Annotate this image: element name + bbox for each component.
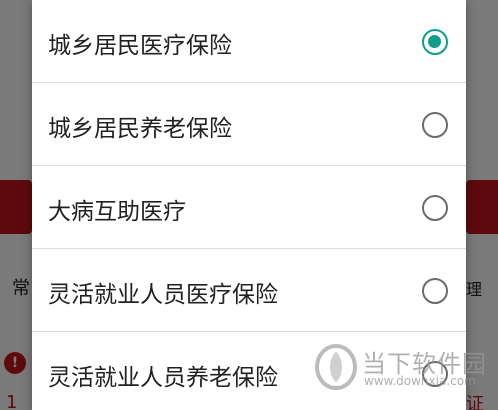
option-serious-illness-mutual-medical[interactable]: 大病互助医疗 bbox=[32, 166, 466, 249]
option-flexible-employment-pension-insurance[interactable]: 灵活就业人员养老保险 bbox=[32, 332, 466, 410]
option-flexible-employment-medical-insurance[interactable]: 灵活就业人员医疗保险 bbox=[32, 249, 466, 332]
radio-button[interactable] bbox=[422, 112, 448, 138]
radio-button[interactable] bbox=[422, 278, 448, 304]
radio-button[interactable] bbox=[422, 361, 448, 387]
insurance-type-dialog: 城乡居民医疗保险 城乡居民养老保险 大病互助医疗 灵活就业人员医疗保险 灵活就业… bbox=[32, 0, 466, 410]
option-label: 灵活就业人员医疗保险 bbox=[48, 282, 278, 308]
radio-button[interactable] bbox=[422, 195, 448, 221]
option-label: 大病互助医疗 bbox=[48, 199, 186, 225]
radio-button-checked[interactable] bbox=[422, 29, 448, 55]
option-rural-urban-medical-insurance[interactable]: 城乡居民医疗保险 bbox=[32, 0, 466, 83]
option-label: 城乡居民医疗保险 bbox=[48, 33, 232, 59]
option-label: 城乡居民养老保险 bbox=[48, 116, 232, 142]
option-label: 灵活就业人员养老保险 bbox=[48, 365, 278, 391]
option-rural-urban-pension-insurance[interactable]: 城乡居民养老保险 bbox=[32, 83, 466, 166]
